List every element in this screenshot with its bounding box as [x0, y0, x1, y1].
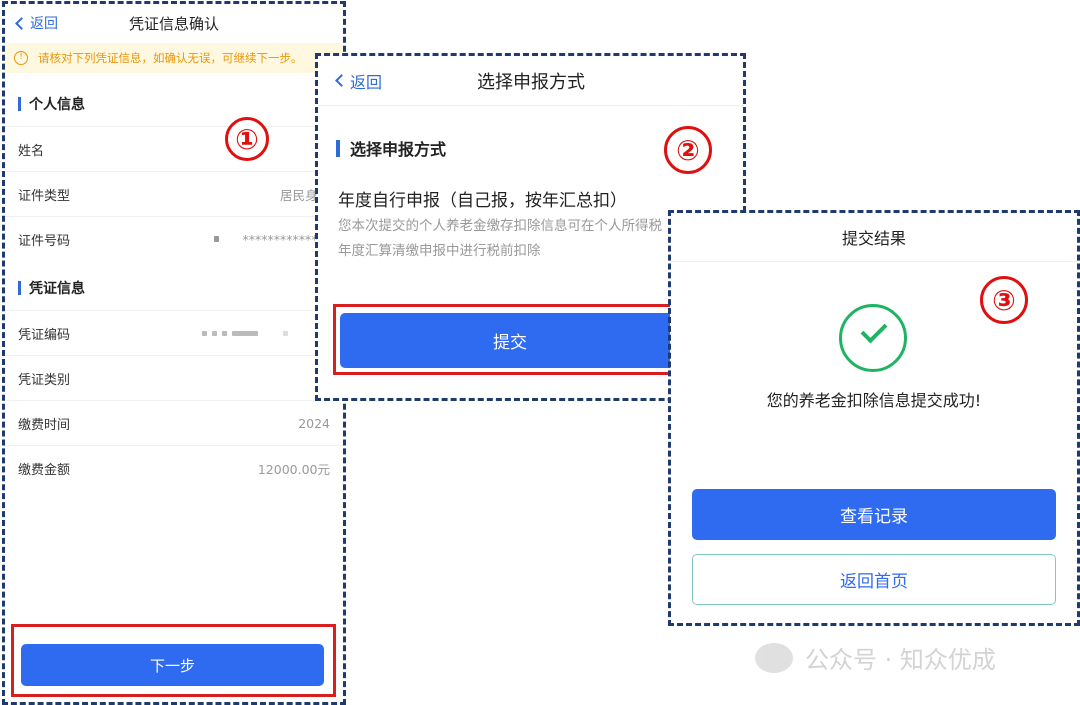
row-value: ************** [242, 231, 331, 247]
filing-option-description: 您本次提交的个人养老金缴存扣除信息可在个人所得税年度汇算清缴申报中进行税前扣除 [338, 218, 662, 259]
step-badge-2: ② [664, 126, 712, 174]
submit-result-screen: 提交结果 您的养老金扣除信息提交成功! 查看记录 返回首页 [670, 212, 1078, 624]
page-title: 凭证信息确认 [128, 14, 219, 33]
row-label: 证件号码 [18, 233, 71, 249]
section-header: 选择申报方式 [336, 136, 446, 160]
highlight-box-next [11, 624, 336, 697]
row-label: 缴费时间 [18, 417, 71, 433]
row-name: 姓名 [4, 126, 344, 171]
view-records-button[interactable]: 查看记录 [692, 489, 1056, 540]
back-button[interactable]: 返回 [14, 13, 58, 33]
chevron-left-icon [335, 74, 348, 87]
row-label: 缴费金额 [18, 462, 71, 478]
back-button[interactable]: 返回 [334, 69, 382, 93]
warning-text: 请核对下列凭证信息，如确认无误，可继续下一步。 [38, 51, 303, 65]
nav-bar: 返回 凭证信息确认 [4, 3, 344, 43]
section-title: 个人信息 [29, 96, 85, 113]
row-voucher-code: 凭证编码 [4, 310, 344, 355]
row-id-number: 证件号码 ************** [4, 216, 344, 261]
row-id-type: 证件类型 居民身份 [4, 171, 344, 216]
row-voucher-type: 凭证类别 年 [4, 355, 344, 400]
step-badge-1: ① [225, 117, 269, 161]
watermark: 公众号 · 知众优成 [755, 640, 996, 675]
redacted-mark [214, 236, 219, 242]
nav-bar: 返回 选择申报方式 [318, 56, 744, 106]
back-label: 返回 [30, 16, 58, 32]
nav-bar: 提交结果 [670, 212, 1078, 262]
warning-banner: ! 请核对下列凭证信息，如确认无误，可继续下一步。 [4, 43, 344, 73]
page-title: 选择申报方式 [477, 71, 585, 93]
row-label: 凭证类别 [18, 372, 71, 388]
highlight-box-submit [333, 304, 673, 375]
section-title: 凭证信息 [29, 280, 85, 297]
voucher-confirm-screen: 返回 凭证信息确认 ! 请核对下列凭证信息，如确认无误，可继续下一步。 个人信息… [4, 3, 344, 703]
page-title: 提交结果 [841, 228, 906, 248]
success-message: 您的养老金扣除信息提交成功! [766, 391, 982, 410]
check-circle-icon [839, 304, 907, 372]
row-label: 证件类型 [18, 188, 71, 204]
step-badge-3: ③ [980, 276, 1028, 324]
row-value: 2024 [298, 415, 330, 431]
row-payment-time: 缴费时间 2024 [4, 400, 344, 445]
section-voucher-info: 凭证信息 [4, 265, 344, 310]
filing-option-annual[interactable]: 年度自行申报（自己报，按年汇总扣） [338, 186, 627, 211]
back-label: 返回 [350, 72, 383, 92]
row-payment-amount: 缴费金额 12000.00元 [4, 445, 344, 490]
section-title: 选择申报方式 [350, 140, 447, 159]
row-value: 12000.00元 [257, 461, 330, 477]
warning-circle-icon: ! [14, 51, 28, 65]
watermark-text: 公众号 · 知众优成 [805, 646, 996, 674]
row-label: 凭证编码 [18, 327, 71, 343]
chevron-left-icon [15, 16, 28, 30]
section-personal-info: 个人信息 [4, 81, 344, 126]
row-value-redacted [202, 330, 288, 336]
return-home-button[interactable]: 返回首页 [692, 554, 1056, 605]
row-label: 姓名 [18, 143, 45, 159]
wechat-icon [755, 642, 793, 673]
